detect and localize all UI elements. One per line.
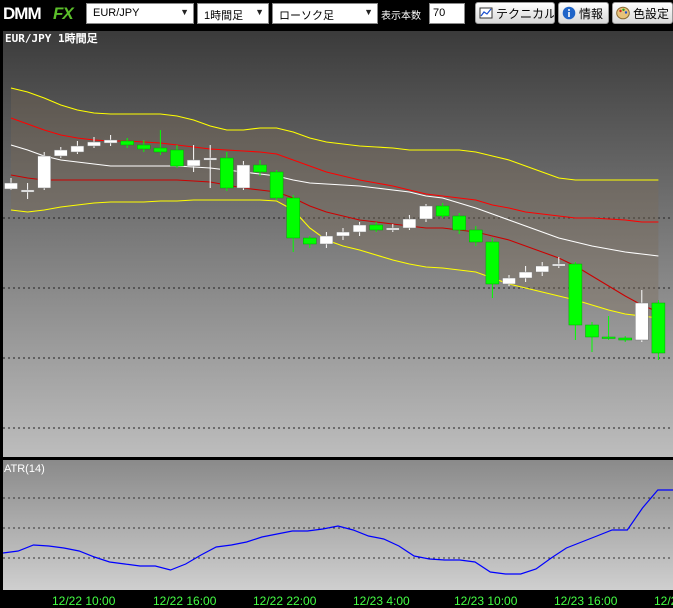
candle-body [535,265,549,273]
time-tick-label: 12/23 10:00 [454,594,518,608]
timeframe-value: 1時間足 [204,10,244,22]
candle-body [87,141,101,147]
candle-body [120,140,134,146]
candle-body [253,164,267,173]
logo-fx-text: FX [53,4,74,23]
candle-body [419,205,433,220]
candle-body [336,231,350,237]
logo-dmm-text: DMM [3,4,42,23]
candle-body [485,241,500,285]
info-button[interactable]: 情報 [558,2,609,24]
candle-body [502,277,516,285]
candle-body [153,147,168,153]
display-count-label: 表示本数 [381,11,421,22]
atr-label: ATR(14) [4,463,45,475]
info-icon [562,6,576,20]
candle-body [137,144,151,150]
candle-body [70,145,85,153]
palette-icon [616,6,630,20]
chart-title: EUR/JPY 1時間足 [5,32,98,45]
color-settings-button[interactable]: 色設定 [612,2,673,24]
chart-type-value: ローソク足 [279,10,334,22]
candle-body [37,155,51,189]
time-tick-label: 12/22 16:00 [153,594,217,608]
chevron-down-icon: ▼ [180,7,189,17]
candle-body [585,324,599,338]
candle-body [103,139,118,144]
candle-body [618,337,632,341]
candle-body [452,215,466,231]
time-tick-label: 12/22 10:00 [52,594,116,608]
candle-body [319,235,334,245]
candle-body [186,159,201,167]
price-chart[interactable] [0,28,673,608]
technical-button[interactable]: テクニカル [475,2,555,24]
toolbar: DMM FX EUR/JPY ▼ 1時間足 ▼ ローソク足 ▼ 表示本数 70 … [0,0,673,28]
chart-icon [479,7,493,19]
candle-body [386,227,400,231]
candle-body [269,171,284,199]
candle-body [402,218,417,229]
atr-panel [3,460,673,590]
candle-body [170,149,184,167]
time-tick-label: 12/2 [654,594,673,608]
candle-body [220,157,234,189]
candle-body [552,263,566,267]
candle-body [568,263,583,326]
candle-body [651,302,666,354]
dmm-fx-logo: DMM FX [3,4,83,24]
candle-body [601,336,616,339]
time-tick-label: 12/23 16:00 [554,594,618,608]
candle-body [20,189,35,193]
candle-body [203,157,217,161]
technical-label: テクニカル [496,7,555,21]
candle-body [369,224,383,231]
currency-pair-select[interactable]: EUR/JPY ▼ [86,3,194,24]
color-settings-label: 色設定 [633,7,670,21]
display-count-input[interactable]: 70 [429,3,465,24]
candle-body [469,229,483,243]
chart-type-select[interactable]: ローソク足 ▼ [272,3,378,24]
currency-pair-value: EUR/JPY [93,7,140,19]
info-label: 情報 [579,7,604,21]
candle-body [352,224,367,233]
chevron-down-icon: ▼ [364,7,373,17]
candle-body [286,197,300,239]
chevron-down-icon: ▼ [255,7,264,17]
candle-body [435,205,450,217]
candle-body [54,149,68,157]
time-tick-label: 12/22 22:00 [253,594,317,608]
candle-body [303,237,317,245]
candle-body [4,182,18,190]
candle-body [635,302,649,341]
candle-body [236,164,251,189]
candle-body [518,271,533,279]
time-tick-label: 12/23 4:00 [353,594,410,608]
timeframe-select[interactable]: 1時間足 ▼ [197,3,269,24]
